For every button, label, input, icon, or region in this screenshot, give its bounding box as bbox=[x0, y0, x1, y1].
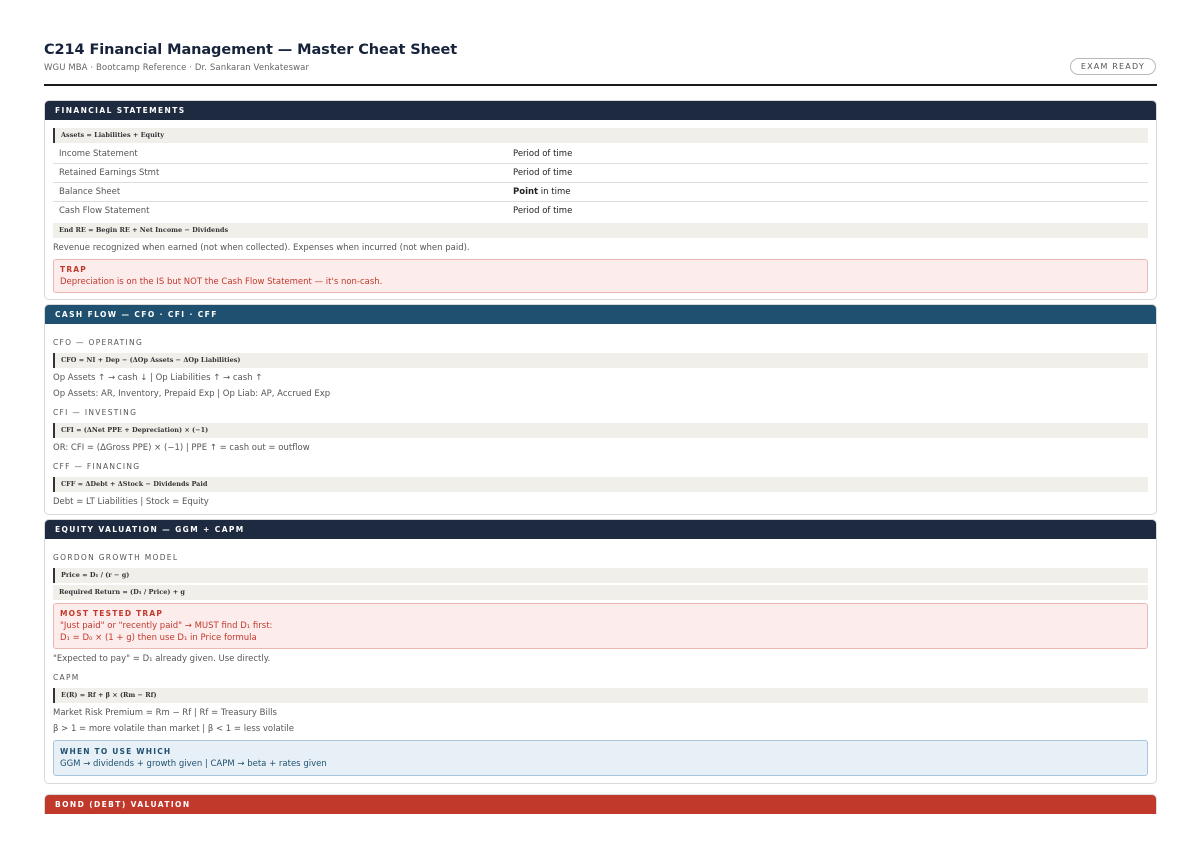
statement-name: Retained Earnings Stmt bbox=[59, 168, 160, 178]
trap-title: TRAP bbox=[60, 265, 87, 274]
statement-timing-rest: in time bbox=[538, 187, 571, 197]
section-header: EQUITY VALUATION — GGM + CAPM bbox=[45, 520, 1156, 539]
page-title: C214 Financial Management — Master Cheat… bbox=[44, 42, 458, 58]
info-callout: WHEN TO USE WHICH GGM → dividends + grow… bbox=[53, 740, 1148, 776]
trap-title: MOST TESTED TRAP bbox=[60, 609, 164, 618]
accounting-equation-formula: Assets = Liabilities + Equity bbox=[53, 128, 1148, 143]
statement-timing: Point in time bbox=[513, 183, 570, 201]
trap-text: Depreciation is on the IS but NOT the Ca… bbox=[60, 277, 383, 287]
statement-name: Balance Sheet bbox=[59, 187, 121, 197]
trap-line-1: "Just paid" or "recently paid" → MUST fi… bbox=[60, 621, 273, 631]
financial-statements-section: FINANCIAL STATEMENTS Assets = Liabilitie… bbox=[44, 100, 1157, 300]
bond-valuation-section: BOND (DEBT) VALUATION bbox=[44, 794, 1157, 814]
table-row: Cash Flow Statement Period of time bbox=[53, 202, 1148, 221]
page-header: C214 Financial Management — Master Cheat… bbox=[44, 42, 1157, 86]
cfo-formula: CFO = NI + Dep − (ΔOp Assets − ΔOp Liabi… bbox=[53, 353, 1148, 368]
cash-flow-section: CASH FLOW — CFO · CFI · CFF CFO — OPERAT… bbox=[44, 304, 1157, 515]
statement-timing: Period of time bbox=[513, 168, 573, 178]
ggm-price-formula: Price = D₁ / (r − g) bbox=[53, 568, 1148, 583]
section-header: FINANCIAL STATEMENTS bbox=[45, 101, 1156, 120]
cff-formula: CFF = ΔDebt + ΔStock − Dividends Paid bbox=[53, 477, 1148, 492]
table-row: Retained Earnings Stmt Period of time bbox=[53, 164, 1148, 183]
ggm-label: GORDON GROWTH MODEL bbox=[53, 553, 179, 562]
cfi-label: CFI — INVESTING bbox=[53, 408, 138, 417]
table-row: Balance Sheet Point in time bbox=[53, 183, 1148, 202]
capm-formula: E(R) = Rf + β × (Rm − Rf) bbox=[53, 688, 1148, 703]
emphasis-point: Point bbox=[513, 187, 539, 197]
info-title: WHEN TO USE WHICH bbox=[60, 747, 172, 756]
capm-note-premium: Market Risk Premium = Rm − Rf | Rf = Tre… bbox=[53, 708, 277, 718]
statement-timing: Period of time bbox=[513, 206, 573, 216]
cfi-formula: CFI = (ΔNet PPE + Depreciation) × (−1) bbox=[53, 423, 1148, 438]
statement-name: Cash Flow Statement bbox=[59, 206, 150, 216]
ggm-required-return-formula: Required Return = (D₁ / Price) + g bbox=[53, 585, 1148, 600]
capm-label: CAPM bbox=[53, 673, 80, 682]
statement-name: Income Statement bbox=[59, 149, 138, 159]
page-subtitle: WGU MBA · Bootcamp Reference · Dr. Sanka… bbox=[44, 63, 310, 73]
info-text: GGM → dividends + growth given | CAPM → … bbox=[60, 759, 327, 769]
table-row: Income Statement Period of time bbox=[53, 145, 1148, 164]
cfo-note-accounts: Op Assets: AR, Inventory, Prepaid Exp | … bbox=[53, 389, 331, 399]
ggm-note: "Expected to pay" = D₁ already given. Us… bbox=[53, 654, 271, 664]
trap-callout: MOST TESTED TRAP "Just paid" or "recentl… bbox=[53, 603, 1148, 649]
trap-line-2: D₁ = D₀ × (1 + g) then use D₁ in Price f… bbox=[60, 633, 257, 643]
capm-note-beta: β > 1 = more volatile than market | β < … bbox=[53, 724, 294, 734]
accrual-note: Revenue recognized when earned (not when… bbox=[53, 243, 470, 253]
statements-table: Income Statement Period of time Retained… bbox=[53, 145, 1148, 221]
cff-note: Debt = LT Liabilities | Stock = Equity bbox=[53, 497, 209, 507]
statement-timing: Period of time bbox=[513, 149, 573, 159]
cff-label: CFF — FINANCING bbox=[53, 462, 141, 471]
cfo-label: CFO — OPERATING bbox=[53, 338, 144, 347]
section-header: CASH FLOW — CFO · CFI · CFF bbox=[45, 305, 1156, 324]
cheat-sheet-page: C214 Financial Management — Master Cheat… bbox=[44, 42, 1157, 814]
cfo-note-direction: Op Assets ↑ → cash ↓ | Op Liabilities ↑ … bbox=[53, 373, 263, 383]
exam-ready-badge: EXAM READY bbox=[1069, 58, 1156, 75]
section-header: BOND (DEBT) VALUATION bbox=[45, 795, 1156, 814]
equity-valuation-section: EQUITY VALUATION — GGM + CAPM GORDON GRO… bbox=[44, 519, 1157, 784]
cfi-note: OR: CFI = (ΔGross PPE) × (−1) | PPE ↑ = … bbox=[53, 443, 310, 453]
trap-callout: TRAP Depreciation is on the IS but NOT t… bbox=[53, 259, 1148, 293]
retained-earnings-formula: End RE = Begin RE + Net Income − Dividen… bbox=[53, 223, 1148, 238]
